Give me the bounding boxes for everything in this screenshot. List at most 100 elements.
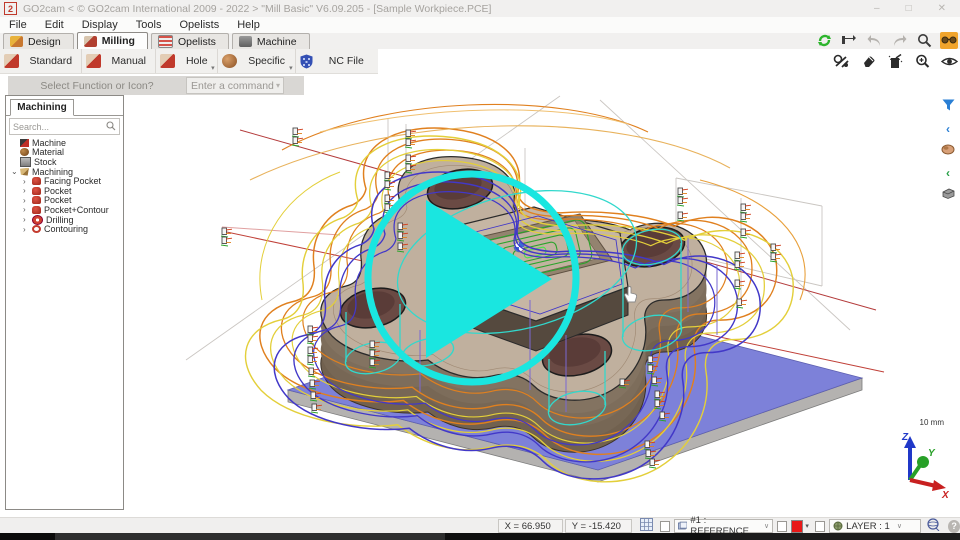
material-icon <box>20 148 29 156</box>
expand-icon[interactable]: › <box>23 196 29 205</box>
title-bar: 2 GO2cam < © GO2cam International 2009 -… <box>0 0 960 18</box>
color-swatch[interactable] <box>791 520 803 533</box>
tree-item-machining[interactable]: ⌄Machining <box>6 167 123 177</box>
caliper-icon[interactable] <box>840 32 858 49</box>
menu-file[interactable]: File <box>0 19 36 31</box>
x-axis-label: X <box>941 490 950 500</box>
hole-icon <box>160 54 175 68</box>
y-coordinate: Y = -15.420 <box>565 519 632 533</box>
command-prompt-label: Select Function or Icon? <box>8 80 186 92</box>
3d-viewport[interactable] <box>125 95 960 517</box>
standard-button[interactable]: Standard <box>0 49 82 73</box>
tree-item-material[interactable]: Material <box>6 148 123 158</box>
expand-icon[interactable]: › <box>23 215 29 224</box>
command-input[interactable]: Enter a command ▾ <box>186 77 284 94</box>
entry-marker <box>649 459 660 468</box>
tree-item-pocket-2[interactable]: ›Pocket <box>6 196 123 206</box>
tree-item-facing-pocket[interactable]: ›Facing Pocket <box>6 176 123 186</box>
window-title: GO2cam < © GO2cam International 2009 - 2… <box>23 3 491 15</box>
entry-marker <box>734 252 745 261</box>
zoom-fit-icon[interactable] <box>913 53 931 70</box>
machining-panel: Machining Search... Machine Material Sto… <box>5 95 124 510</box>
specific-button[interactable]: Specific ▾ <box>218 49 296 73</box>
machining-tree: Machine Material Stock ⌄Machining ›Facin… <box>6 138 123 234</box>
z-axis-label: Z <box>901 432 909 443</box>
tree-item-stock[interactable]: Stock <box>6 157 123 167</box>
tree-item-drilling[interactable]: ›Drilling <box>6 215 123 225</box>
entry-marker <box>677 212 688 221</box>
tab-machine[interactable]: Machine <box>232 33 310 49</box>
manual-button[interactable]: Manual <box>82 49 156 73</box>
glasses-icon[interactable] <box>940 32 958 49</box>
redo-icon[interactable] <box>890 32 908 49</box>
y-axis-label: Y <box>928 448 936 459</box>
entry-marker <box>307 347 318 356</box>
chevron-down-icon[interactable]: ▾ <box>211 64 215 72</box>
tree-item-pocket-1[interactable]: ›Pocket <box>6 186 123 196</box>
grid-checkbox[interactable] <box>660 521 670 532</box>
tree-item-contouring[interactable]: ›Contouring <box>6 224 123 234</box>
expand-icon[interactable]: › <box>23 225 29 234</box>
eraser-icon[interactable] <box>859 53 877 70</box>
machine-icon <box>239 36 252 47</box>
axis-triad: Z Y X <box>890 428 950 500</box>
menu-help[interactable]: Help <box>228 19 269 31</box>
command-bar: Select Function or Icon? Enter a command… <box>8 76 304 95</box>
magic-icon[interactable] <box>886 53 904 70</box>
tab-milling[interactable]: Milling <box>77 32 148 49</box>
stock-box-icon[interactable] <box>941 186 955 204</box>
reference-checkbox[interactable] <box>777 521 787 532</box>
reference-select[interactable]: #1 : REFERENCE∨ <box>674 519 773 533</box>
layer-select[interactable]: LAYER : 1∨ <box>829 519 921 533</box>
taskbar-strip <box>0 533 960 540</box>
help-icon[interactable]: ? <box>948 520 960 533</box>
chevron-down-icon[interactable]: ▾ <box>276 81 283 90</box>
undo-icon[interactable] <box>865 32 883 49</box>
contouring-icon <box>32 225 41 233</box>
minimize-button[interactable]: – <box>874 3 880 14</box>
collapse-blue-icon[interactable]: ‹ <box>946 124 950 134</box>
menu-edit[interactable]: Edit <box>36 19 73 31</box>
entry-marker <box>292 137 303 146</box>
collapse-green-icon[interactable]: ‹ <box>946 168 950 178</box>
restore-button[interactable]: □ <box>906 3 912 14</box>
collapse-icon[interactable]: ⌄ <box>11 167 17 176</box>
specific-icon <box>222 54 237 68</box>
nc-file-button[interactable]: NC File <box>296 49 378 73</box>
search-input[interactable]: Search... <box>9 118 120 135</box>
zoom-icon[interactable] <box>915 32 933 49</box>
entry-marker <box>740 204 751 213</box>
filter-icon[interactable] <box>942 98 955 116</box>
menu-display[interactable]: Display <box>73 19 127 31</box>
machining-node-icon <box>20 168 29 176</box>
milling-icon <box>84 36 97 47</box>
part-icon[interactable] <box>941 142 955 160</box>
reference-icon <box>678 521 688 531</box>
tab-machining-panel[interactable]: Machining <box>10 99 74 116</box>
entry-marker <box>292 128 303 137</box>
view-sphere-icon[interactable] <box>927 518 940 534</box>
close-button[interactable]: ✕ <box>938 3 946 14</box>
tab-opelists[interactable]: Opelists <box>151 33 229 49</box>
machining-scene <box>125 95 960 517</box>
opelists-icon <box>158 35 173 48</box>
menu-tools[interactable]: Tools <box>127 19 171 31</box>
manual-icon <box>86 54 101 68</box>
machine-tools-icon[interactable] <box>832 53 850 70</box>
expand-icon[interactable]: › <box>23 177 29 186</box>
color-checkbox[interactable] <box>815 521 825 532</box>
chevron-down-icon[interactable]: ▾ <box>289 64 293 72</box>
tree-item-pocket-contour[interactable]: ›Pocket+Contour <box>6 205 123 215</box>
sync-icon[interactable] <box>815 32 833 49</box>
grid-icon[interactable] <box>640 518 653 534</box>
chevron-down-icon[interactable]: ▾ <box>805 522 809 530</box>
visibility-icon[interactable] <box>940 53 958 70</box>
view-side-toolbar: ‹ ‹ <box>939 98 957 204</box>
hole-button[interactable]: Hole ▾ <box>156 49 218 73</box>
expand-icon[interactable]: › <box>23 186 29 195</box>
expand-icon[interactable]: › <box>23 205 29 214</box>
tree-item-machine[interactable]: Machine <box>6 138 123 148</box>
menu-opelists[interactable]: Opelists <box>170 19 228 31</box>
tab-design[interactable]: Design <box>3 33 74 49</box>
x-coordinate: X = 66.950 <box>498 519 563 533</box>
